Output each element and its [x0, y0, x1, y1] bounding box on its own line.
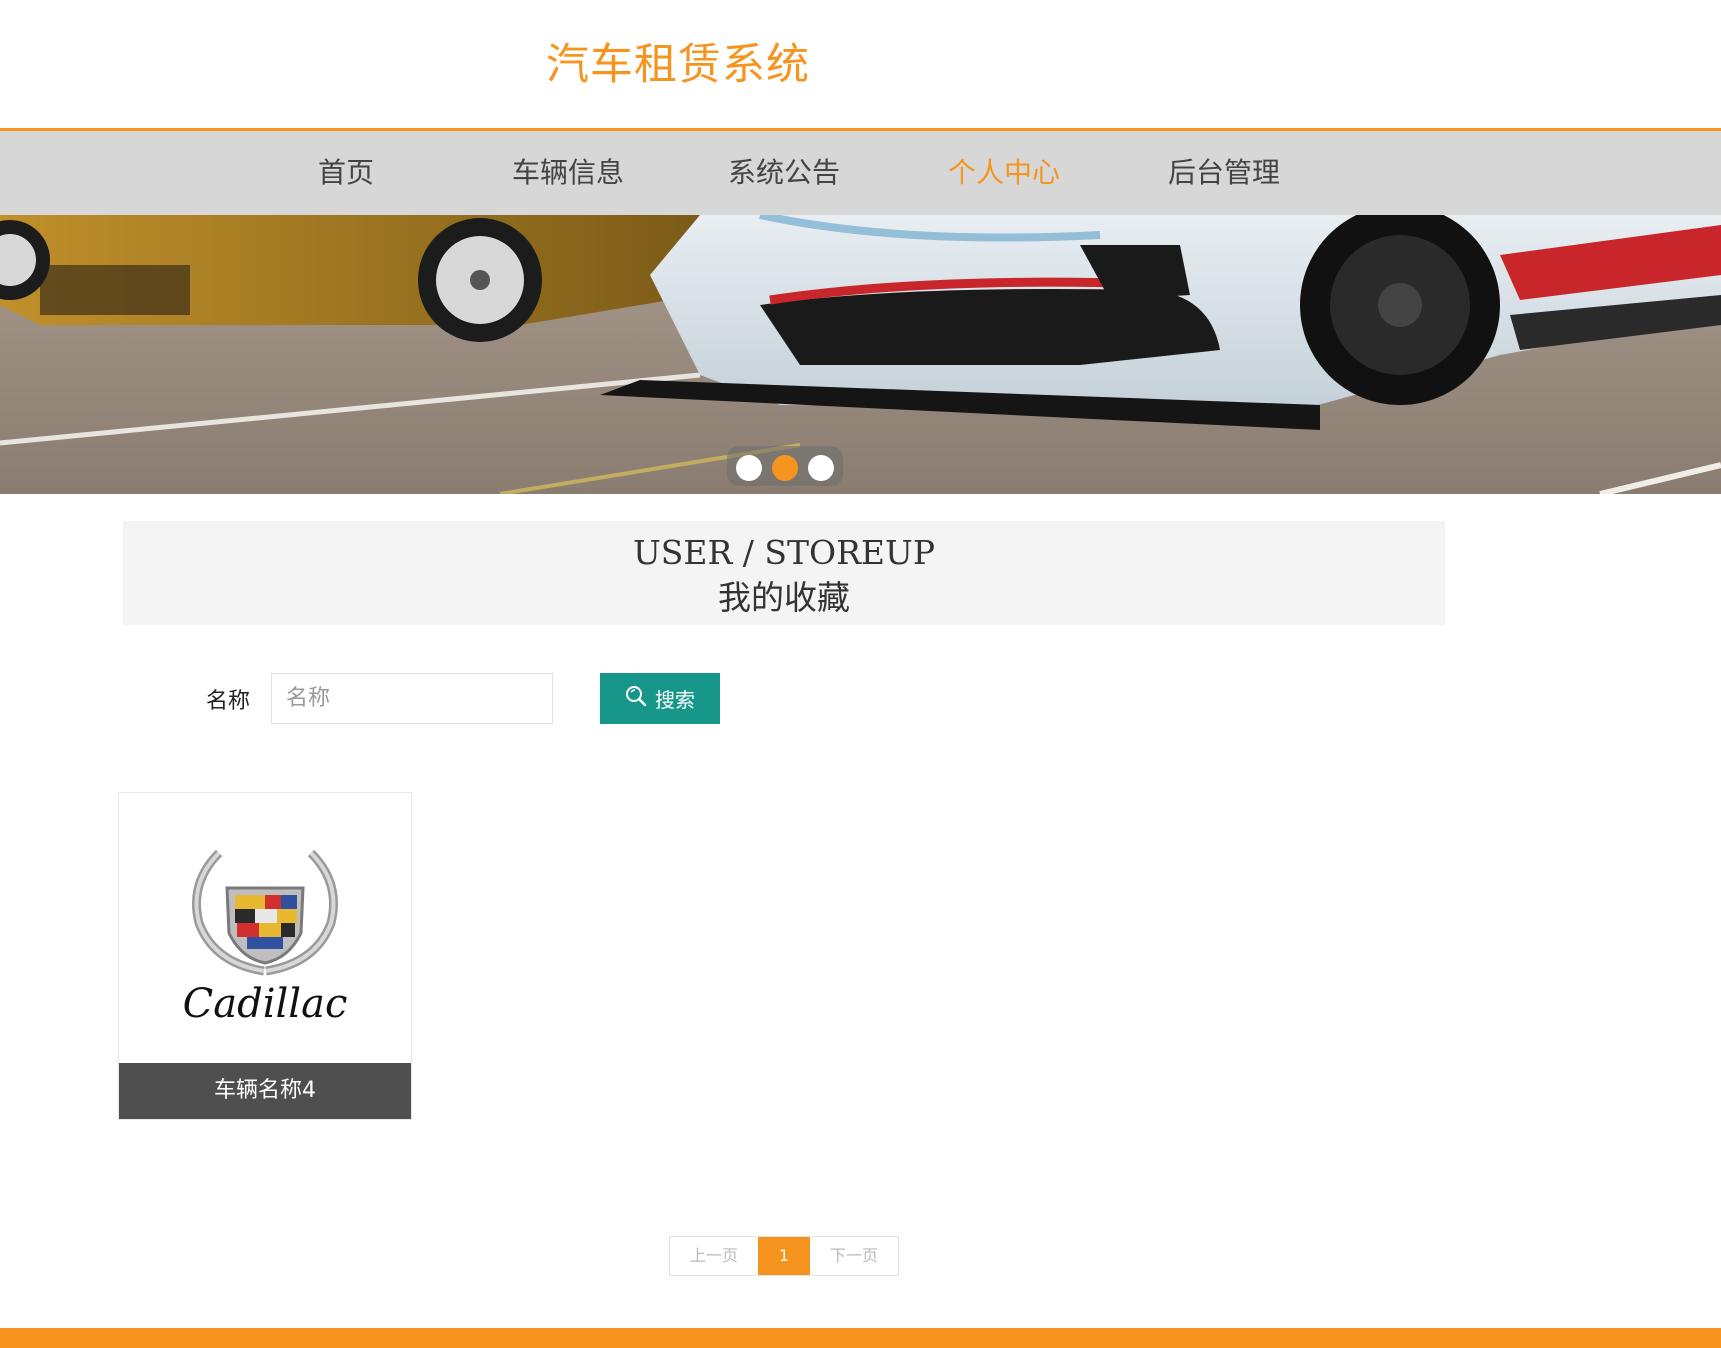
carousel-dot-2[interactable] [772, 455, 798, 481]
section-title: USER / STOREUP 我的收藏 [123, 521, 1445, 625]
carousel-dot-1[interactable] [736, 455, 762, 481]
car-brand-logo: Cadillac [119, 793, 411, 1063]
search-button[interactable]: 搜索 [600, 673, 720, 724]
search-input[interactable] [271, 673, 553, 724]
banner-carousel [0, 215, 1721, 494]
site-title: 汽车租赁系统 [546, 40, 810, 90]
site-header: 汽车租赁系统 [0, 0, 1721, 128]
footer-bar [0, 1328, 1721, 1348]
main-nav: 首页 车辆信息 系统公告 个人中心 后台管理 [0, 128, 1721, 215]
search-icon [625, 685, 647, 712]
favorite-card[interactable]: Cadillac 车辆名称4 [118, 792, 412, 1120]
banner-image [0, 215, 1721, 494]
pagination-next[interactable]: 下一页 [810, 1237, 898, 1275]
pagination-prev[interactable]: 上一页 [670, 1237, 758, 1275]
pagination-current-page[interactable]: 1 [758, 1237, 810, 1275]
section-title-en: USER / STOREUP [632, 533, 936, 572]
pagination: 上一页 1 下一页 [669, 1236, 899, 1276]
search-label: 名称 [206, 689, 251, 714]
nav-item-announcements[interactable]: 系统公告 [728, 151, 840, 191]
section-title-cn: 我的收藏 [718, 578, 850, 617]
nav-item-personal-center[interactable]: 个人中心 [948, 151, 1060, 191]
car-brand-logo-text: Cadillac [182, 981, 348, 1027]
card-caption: 车辆名称4 [119, 1063, 411, 1119]
nav-item-vehicles[interactable]: 车辆信息 [512, 151, 624, 191]
nav-item-home[interactable]: 首页 [318, 151, 374, 191]
carousel-indicators [727, 446, 843, 486]
nav-item-admin[interactable]: 后台管理 [1168, 151, 1280, 191]
search-button-label: 搜索 [655, 688, 695, 712]
carousel-dot-3[interactable] [808, 455, 834, 481]
